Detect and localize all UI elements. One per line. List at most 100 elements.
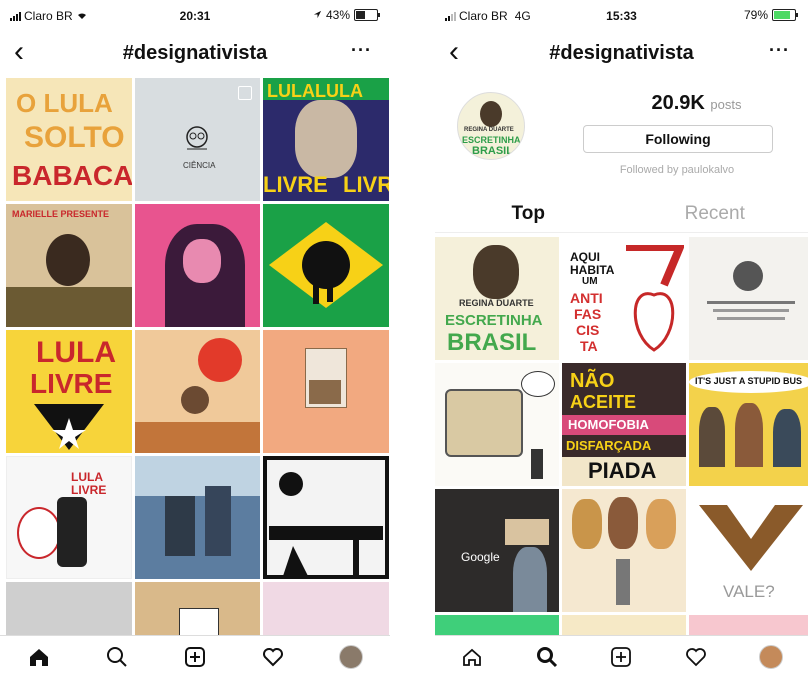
post-thumbnail[interactable] (263, 204, 389, 327)
tile-text: O LULA (16, 88, 113, 118)
post-thumbnail[interactable]: CIÊNCIA (135, 78, 260, 201)
tile-text: AQUI (570, 250, 600, 264)
tab-recent[interactable]: Recent (622, 196, 808, 232)
tile-text: ACEITE (570, 392, 637, 412)
nav-bar: ‹ #designativista ··· (0, 32, 390, 72)
home-icon[interactable] (459, 644, 485, 670)
brown-v-shape (699, 505, 803, 571)
profile-avatar-icon[interactable] (338, 644, 364, 670)
tile-text: UM (582, 276, 598, 287)
multi-post-icon (238, 86, 252, 100)
tile-text: LIVRE (71, 483, 107, 497)
tile-text: LIVRE (343, 172, 389, 197)
post-thumbnail[interactable]: LULA LIVRE (6, 456, 132, 579)
posts-number: 20.9K (651, 92, 705, 114)
battery-icon (354, 9, 380, 21)
status-bar: Claro BR 4G 15:33 79% (435, 0, 808, 30)
tile-text: LULALULA (267, 81, 363, 101)
post-thumbnail[interactable]: MARIELLE PRESENTE (6, 204, 132, 327)
profile-avatar-icon[interactable] (758, 644, 784, 670)
heart-icon[interactable] (260, 644, 286, 670)
left-phone-screen: Claro BR 20:31 43% ‹ #designativista ···… (0, 0, 390, 678)
page-title: #designativista (122, 42, 268, 64)
post-thumbnail[interactable]: LULA LIVRE (6, 330, 132, 453)
add-post-icon[interactable] (608, 644, 634, 670)
tile-text: IT'S JUST A STUPID BUS (695, 376, 802, 386)
post-thumbnail[interactable] (263, 456, 389, 579)
tile-text: PIADA (588, 458, 657, 483)
tile-text: ESCRETINHA (445, 312, 543, 329)
battery-percent: 79% (743, 8, 768, 22)
post-grid: O LULA SOLTO BABACA CIÊNCIA LULALULA LIV… (6, 78, 389, 662)
tile-text: SOLTO (24, 121, 125, 154)
status-bar: Claro BR 20:31 43% (0, 0, 390, 30)
tile-text: LULA (36, 336, 116, 369)
tile-text: MARIELLE PRESENTE (12, 209, 110, 219)
following-button[interactable]: Following (583, 125, 773, 153)
tile-text: ANTI (570, 290, 603, 306)
tile-text: LULA (71, 470, 103, 484)
brazil-flag-art (269, 222, 383, 308)
hashtag-header: REGINA DUARTE ESCRETINHA BRASIL 20.9K po… (435, 80, 808, 190)
post-thumbnail[interactable]: REGINA DUARTE ESCRETINHA BRASIL (435, 237, 559, 360)
heart-icon[interactable] (683, 644, 709, 670)
post-thumbnail[interactable] (689, 237, 808, 360)
followed-by-text: Followed by paulokalvo (619, 164, 735, 176)
post-thumbnail[interactable]: Google (435, 489, 559, 612)
tile-text: TA (580, 338, 598, 354)
tile-text: CIÊNCIA (183, 161, 216, 170)
post-thumbnail[interactable]: O LULA SOLTO BABACA (6, 78, 132, 201)
battery-icon (772, 9, 798, 21)
post-thumbnail[interactable]: VALE? (689, 489, 808, 612)
avatar-text: BRASIL (472, 145, 513, 157)
tile-text: VALE? (723, 582, 775, 601)
posts-label: posts (710, 97, 742, 112)
post-thumbnail[interactable] (135, 330, 260, 453)
sun-illustration (135, 338, 260, 453)
star-icon (34, 404, 104, 450)
more-options-button[interactable]: ··· (769, 40, 790, 61)
add-post-icon[interactable] (182, 644, 208, 670)
battery-percent: 43% (325, 8, 350, 22)
tile-text: FAS (574, 306, 602, 322)
tile-text: LIVRE (30, 368, 113, 399)
more-options-button[interactable]: ··· (351, 40, 372, 61)
post-thumbnail[interactable]: IT'S JUST A STUPID BUS (689, 363, 808, 486)
tile-text: HABITA (570, 263, 615, 277)
tile-text: NÃO (570, 370, 615, 392)
tile-text: BRASIL (447, 329, 537, 356)
post-thumbnail[interactable]: AQUI HABITA UM ANTI FAS CIS TA (562, 237, 686, 360)
tile-text: DISFARÇADA (566, 438, 652, 453)
avatar-text: REGINA DUARTE (464, 127, 514, 133)
posts-count: 20.9K posts (585, 92, 808, 115)
woodcut-illustration (263, 456, 389, 579)
tile-text: Google (461, 550, 500, 564)
post-grid: REGINA DUARTE ESCRETINHA BRASIL AQUI HAB… (435, 237, 808, 655)
scientist-drawing (186, 126, 208, 150)
right-phone-screen: Claro BR 4G 15:33 79% ‹ #designativista … (435, 0, 808, 678)
tile-text: CIS (576, 322, 600, 338)
post-thumbnail[interactable] (263, 330, 389, 453)
search-icon[interactable] (104, 644, 130, 670)
page-title: #designativista (549, 42, 694, 64)
post-thumbnail[interactable]: LULALULA LIVRE LIVRE (263, 78, 389, 201)
hashtag-avatar: REGINA DUARTE ESCRETINHA BRASIL (457, 92, 525, 160)
home-icon[interactable] (26, 644, 52, 670)
tab-top[interactable]: Top (435, 196, 622, 232)
feed-tabs: Top Recent (435, 196, 808, 233)
nav-bar: ‹ #designativista ··· (435, 32, 808, 72)
search-icon[interactable] (534, 644, 560, 670)
avatar-text: ESCRETINHA (462, 135, 521, 145)
post-thumbnail[interactable] (135, 456, 260, 579)
heart-seven-illustration (626, 245, 684, 352)
post-thumbnail[interactable] (435, 363, 559, 486)
post-thumbnail[interactable] (135, 204, 260, 327)
tile-text: LIVRE (263, 172, 328, 197)
tile-text: HOMOFOBIA (568, 417, 649, 432)
post-thumbnail[interactable]: NÃO ACEITE HOMOFOBIA DISFARÇADA PIADA (562, 363, 686, 486)
bottom-tab-bar (435, 635, 808, 678)
tile-text: REGINA DUARTE (459, 298, 534, 308)
post-thumbnail[interactable] (562, 489, 686, 612)
tile-text: BABACA (12, 160, 132, 191)
location-arrow-icon (313, 8, 322, 22)
